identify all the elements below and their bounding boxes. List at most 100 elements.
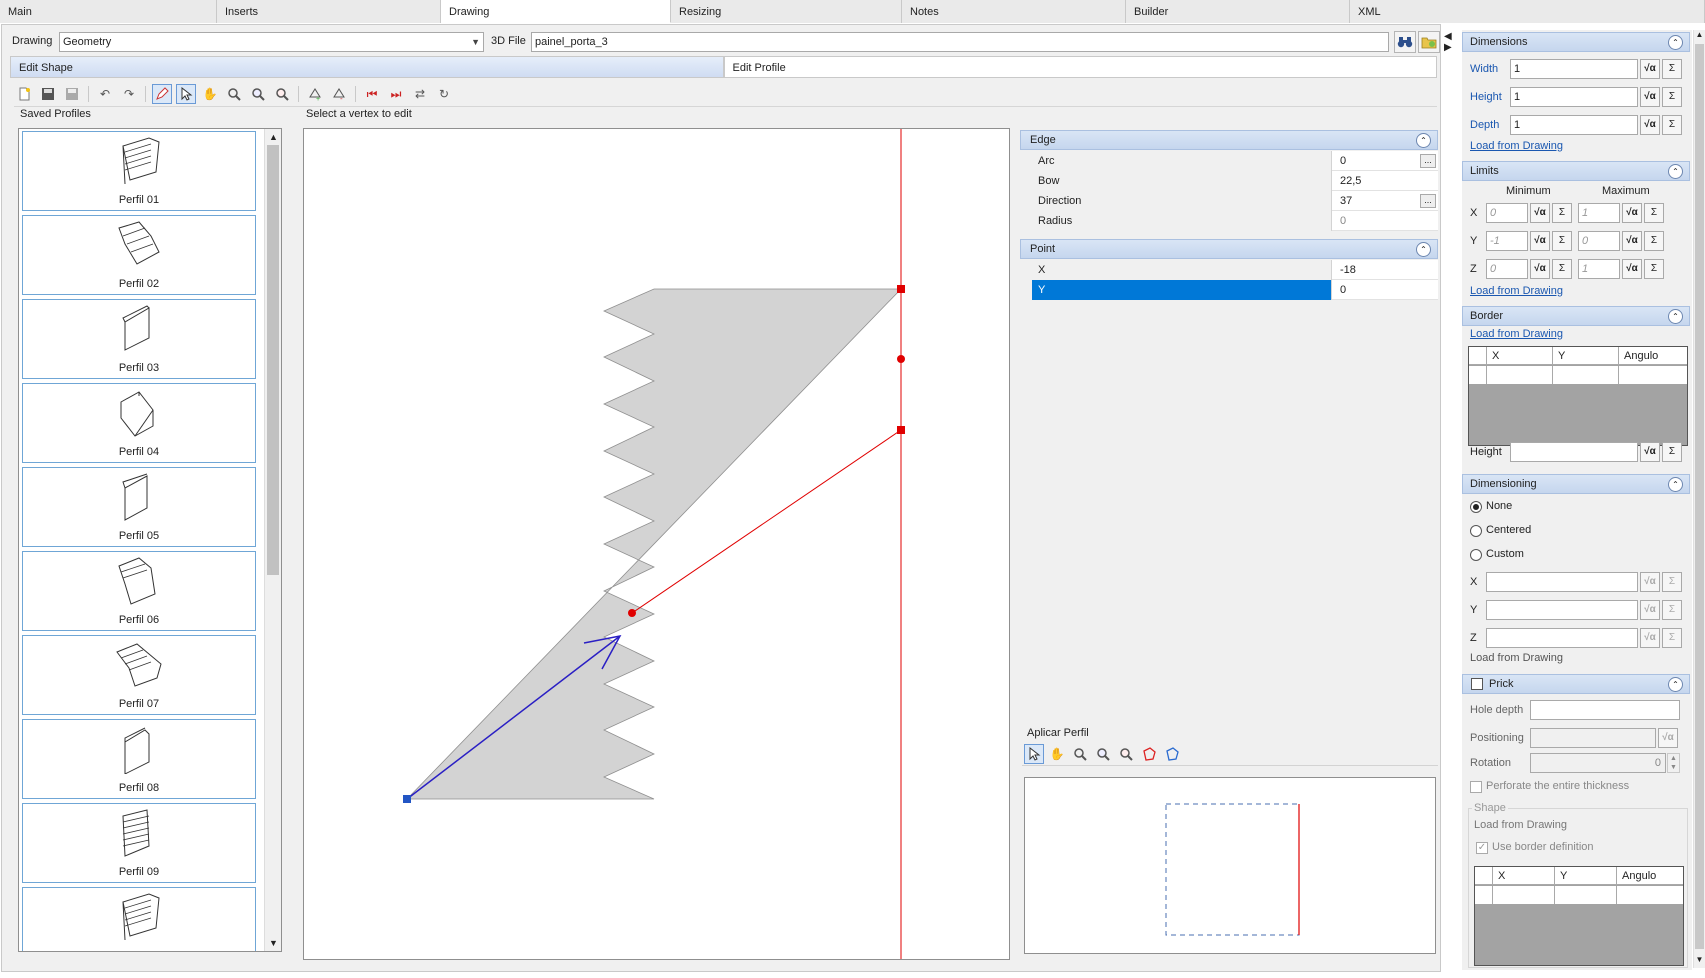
- folder-open-icon[interactable]: [1418, 31, 1440, 53]
- sigma-icon[interactable]: Σ: [1552, 259, 1572, 279]
- reverse-icon[interactable]: ⇄: [410, 84, 430, 104]
- selected-vertex-handle[interactable]: [403, 795, 411, 803]
- pencil-icon[interactable]: [152, 84, 172, 104]
- grid-new-row[interactable]: [1469, 366, 1687, 384]
- profile-card[interactable]: Perfil 02: [22, 215, 256, 295]
- tab-notes[interactable]: Notes: [902, 0, 1126, 23]
- scrollbar-thumb[interactable]: [1695, 44, 1704, 949]
- tab-resizing[interactable]: Resizing: [671, 0, 902, 23]
- perforate-checkbox[interactable]: [1470, 781, 1482, 793]
- sigma-icon[interactable]: Σ: [1662, 572, 1682, 592]
- profile-card[interactable]: Perfil 08: [22, 719, 256, 799]
- zoom-out-icon[interactable]: [272, 84, 292, 104]
- rotation-spinner[interactable]: 0: [1530, 753, 1666, 773]
- hole-depth-input[interactable]: [1530, 700, 1680, 720]
- formula-icon[interactable]: √α: [1658, 728, 1678, 748]
- formula-icon[interactable]: √α: [1640, 600, 1660, 620]
- sigma-icon[interactable]: Σ: [1662, 600, 1682, 620]
- prick-checkbox[interactable]: [1471, 678, 1483, 690]
- formula-icon[interactable]: √α: [1640, 115, 1660, 135]
- formula-icon[interactable]: √α: [1530, 259, 1550, 279]
- drawing-select[interactable]: Geometry ▼: [59, 32, 484, 52]
- radio-centered[interactable]: [1470, 525, 1482, 537]
- saved-profiles-list[interactable]: Perfil 01 Perfil 02 Perfil 03 Perfil 04 …: [18, 128, 282, 952]
- grid-cell[interactable]: [1619, 366, 1687, 384]
- dimensioning-section-header[interactable]: Dimensioning ⌃: [1462, 474, 1690, 494]
- prick-section-header[interactable]: Prick ⌃: [1462, 674, 1690, 694]
- scroll-down-icon[interactable]: ▼: [1694, 955, 1705, 968]
- ellipsis-button[interactable]: ...: [1420, 194, 1436, 208]
- limit-x-min-input[interactable]: 0: [1486, 203, 1528, 223]
- profile-card[interactable]: Perfil 04: [22, 383, 256, 463]
- formula-icon[interactable]: √α: [1530, 203, 1550, 223]
- property-row-arc[interactable]: Arc 0 ...: [1032, 151, 1438, 171]
- border-height-input[interactable]: [1510, 442, 1638, 462]
- point-section-header[interactable]: Point ⌃: [1020, 239, 1438, 259]
- panel-toggle-icon[interactable]: ◀ ▶: [1444, 31, 1454, 53]
- binoculars-icon[interactable]: [1394, 31, 1416, 53]
- profile-card[interactable]: Perfil 06: [22, 551, 256, 631]
- collapse-icon[interactable]: ⌃: [1668, 35, 1683, 50]
- collapse-icon[interactable]: ⌃: [1668, 477, 1683, 492]
- depth-input[interactable]: 1: [1510, 115, 1638, 135]
- zoom-extents-icon[interactable]: [1070, 744, 1090, 764]
- zoom-out-icon[interactable]: [1116, 744, 1136, 764]
- vertex-handle[interactable]: [897, 285, 905, 293]
- midpoint-handle[interactable]: [897, 355, 905, 363]
- grid-new-row[interactable]: [1475, 886, 1683, 904]
- formula-icon[interactable]: √α: [1622, 203, 1642, 223]
- grid-cell[interactable]: [1617, 886, 1683, 904]
- pointer-icon[interactable]: [176, 84, 196, 104]
- spinner-arrows-icon[interactable]: ▲ ▼: [1667, 753, 1680, 773]
- edge-section-header[interactable]: Edge ⌃: [1020, 130, 1438, 150]
- profile-card[interactable]: [22, 887, 256, 951]
- sigma-icon[interactable]: Σ: [1644, 231, 1664, 251]
- sigma-icon[interactable]: Σ: [1662, 442, 1682, 462]
- first-vertex-icon[interactable]: ⏮: [362, 84, 382, 104]
- rotate-icon[interactable]: ↻: [434, 84, 454, 104]
- vertex-handle[interactable]: [897, 426, 905, 434]
- formula-icon[interactable]: √α: [1640, 628, 1660, 648]
- tab-xml[interactable]: XML: [1350, 0, 1705, 23]
- limits-load-link[interactable]: Load from Drawing: [1470, 285, 1563, 297]
- side-panel-scrollbar[interactable]: ▲ ▼: [1693, 30, 1705, 968]
- sigma-icon[interactable]: Σ: [1662, 628, 1682, 648]
- property-row-y[interactable]: Y 0: [1032, 280, 1438, 300]
- scroll-up-icon[interactable]: ▲: [265, 129, 281, 145]
- apply-profile-red-icon[interactable]: [1139, 744, 1159, 764]
- sigma-icon[interactable]: Σ: [1552, 231, 1572, 251]
- height-input[interactable]: 1: [1510, 87, 1638, 107]
- grid-cell[interactable]: [1493, 886, 1555, 904]
- sigma-icon[interactable]: Σ: [1662, 115, 1682, 135]
- profile-card[interactable]: Perfil 09: [22, 803, 256, 883]
- dimensions-load-link[interactable]: Load from Drawing: [1470, 140, 1563, 152]
- limit-y-min-input[interactable]: -1: [1486, 231, 1528, 251]
- tab-builder[interactable]: Builder: [1126, 0, 1350, 23]
- property-row-direction[interactable]: Direction 37 ...: [1032, 191, 1438, 211]
- redo-icon[interactable]: ↷: [119, 84, 139, 104]
- dimensioning-z-input[interactable]: [1486, 628, 1638, 648]
- profile-preview-canvas[interactable]: [1024, 777, 1436, 954]
- collapse-icon[interactable]: ⌃: [1668, 677, 1683, 692]
- property-value[interactable]: 0: [1336, 280, 1438, 300]
- profile-card[interactable]: Perfil 03: [22, 299, 256, 379]
- remove-vertex-icon[interactable]: -: [329, 84, 349, 104]
- pointer-icon[interactable]: [1024, 743, 1044, 764]
- tab-drawing[interactable]: Drawing: [441, 0, 671, 23]
- profile-card[interactable]: Perfil 07: [22, 635, 256, 715]
- zoom-in-icon[interactable]: [248, 84, 268, 104]
- width-input[interactable]: 1: [1510, 59, 1638, 79]
- formula-icon[interactable]: √α: [1640, 572, 1660, 592]
- sigma-icon[interactable]: Σ: [1644, 203, 1664, 223]
- last-vertex-icon[interactable]: ⏭: [386, 84, 406, 104]
- limit-x-max-input[interactable]: 1: [1578, 203, 1620, 223]
- tab-edit-profile[interactable]: Edit Profile: [723, 56, 1437, 78]
- formula-icon[interactable]: √α: [1640, 87, 1660, 107]
- dimensioning-x-input[interactable]: [1486, 572, 1638, 592]
- limit-z-max-input[interactable]: 1: [1578, 259, 1620, 279]
- use-border-checkbox[interactable]: ✓: [1476, 842, 1488, 854]
- collapse-icon[interactable]: ⌃: [1416, 242, 1431, 257]
- formula-icon[interactable]: √α: [1530, 231, 1550, 251]
- zoom-in-icon[interactable]: [1093, 744, 1113, 764]
- profiles-scrollbar[interactable]: ▲ ▼: [264, 129, 281, 951]
